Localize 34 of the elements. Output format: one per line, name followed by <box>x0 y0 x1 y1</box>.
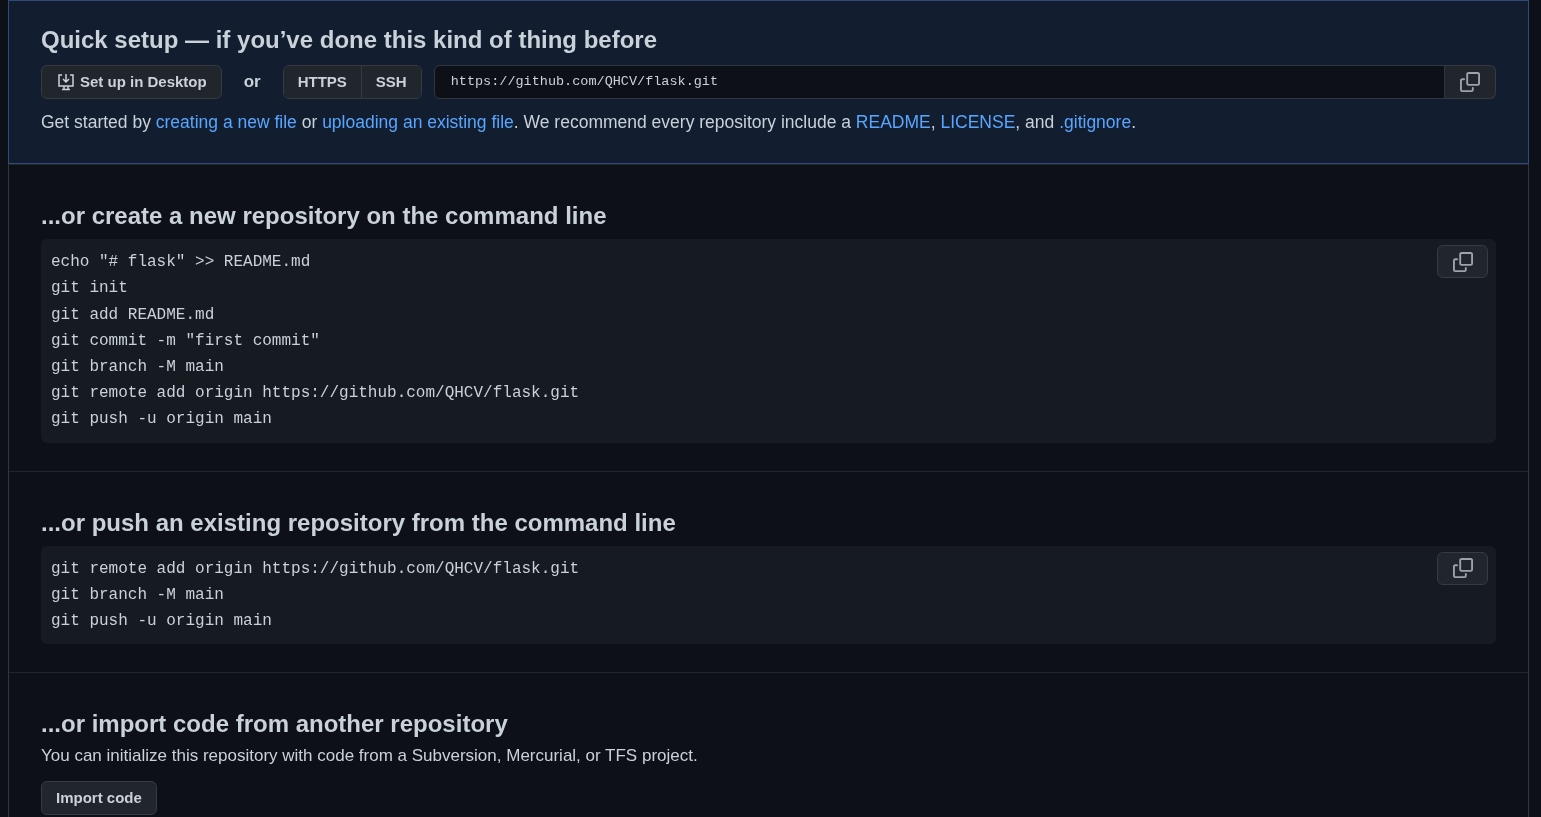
or-label: or <box>243 71 261 94</box>
code-line: echo "# flask" >> README.md <box>51 252 311 274</box>
copy-icon <box>1452 558 1473 579</box>
import-description: You can initialize this repository with code from a Subversion, Mercurial, or TFS project. <box>41 745 699 768</box>
protocol-tab[interactable]: HTTPS <box>283 66 361 98</box>
code-line: git commit -m "first commit" <box>51 330 320 352</box>
code-line: git branch -M main <box>51 584 224 606</box>
intro-text: Get started by creating a new file or uploading an existing file. We recommend every repository include a README, LICENSE, and .gitignore. <box>41 111 1138 134</box>
import-code-button[interactable]: Import code <box>41 780 157 815</box>
text-link[interactable]: .gitignore <box>1059 112 1132 132</box>
text-link[interactable]: README <box>855 112 931 132</box>
code-line: git branch -M main <box>51 357 224 379</box>
text-link[interactable]: uploading an existing file <box>322 112 514 132</box>
section-title: ...or push an existing repository from the command line <box>41 507 677 538</box>
code-line: git push -u origin main <box>51 409 272 431</box>
code-line: git remote add origin https://github.com/QHCV/flask.git <box>51 558 580 580</box>
text-link[interactable]: creating a new file <box>155 112 297 132</box>
protocol-tab[interactable]: SSH <box>360 66 421 98</box>
code-line: git push -u origin main <box>51 611 272 633</box>
text-link[interactable]: LICENSE <box>940 112 1016 132</box>
setup-desktop-button[interactable]: Set up in Desktop <box>41 65 222 99</box>
copy-button[interactable] <box>1437 551 1488 585</box>
desktop-download-icon <box>56 72 76 92</box>
code-line: git init <box>51 278 128 300</box>
copy-button[interactable] <box>1437 245 1488 279</box>
section-title: Quick setup — if you’ve done this kind of thing before <box>41 25 659 55</box>
section-title: ...or import code from another repository <box>41 709 509 740</box>
code-line: git remote add origin https://github.com/QHCV/flask.git <box>51 383 580 405</box>
section-title: ...or create a new repository on the command line <box>41 201 608 232</box>
copy-icon <box>1460 72 1480 92</box>
copy-button[interactable] <box>1445 65 1496 99</box>
copy-icon <box>1452 251 1473 272</box>
code-line: git add README.md <box>51 304 215 326</box>
clone-url-field[interactable]: https://github.com/QHCV/flask.git <box>433 65 1445 99</box>
